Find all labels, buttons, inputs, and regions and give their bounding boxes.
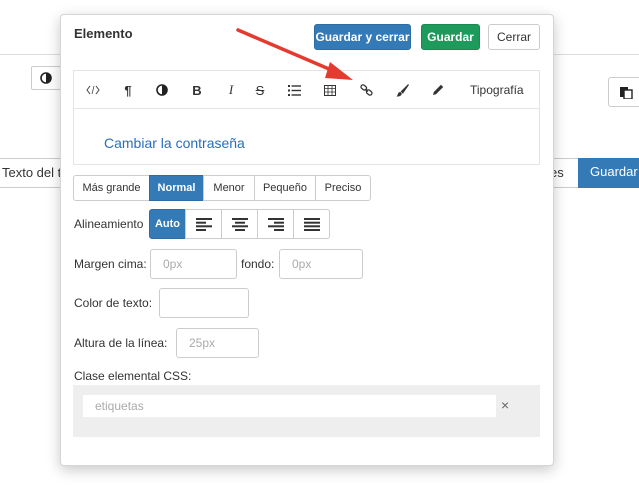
align-center-icon [231, 217, 248, 231]
size-option-precise[interactable]: Preciso [315, 175, 371, 201]
bg-contrast-button[interactable] [31, 66, 61, 90]
close-button[interactable]: Cerrar [488, 24, 540, 50]
code-icon[interactable] [85, 82, 101, 98]
size-option-smaller[interactable]: Menor [203, 175, 255, 201]
strikethrough-icon[interactable]: S [253, 82, 267, 98]
link-icon[interactable] [359, 82, 373, 98]
paragraph-icon[interactable]: ¶ [121, 82, 135, 98]
alignment-group: Auto [149, 209, 330, 239]
align-justify-button[interactable] [293, 209, 330, 239]
save-button[interactable]: Guardar [421, 24, 480, 50]
css-class-label: Clase elemental CSS: [74, 369, 192, 383]
align-justify-icon [303, 217, 320, 231]
css-class-tags-input[interactable] [83, 395, 496, 417]
bg-paste-button[interactable] [608, 77, 639, 107]
align-right-icon [267, 217, 284, 231]
bg-guardar-button[interactable]: Guardar [578, 158, 639, 188]
size-option-larger[interactable]: Más grande [73, 175, 150, 201]
contrast-icon [40, 72, 52, 84]
align-auto-button[interactable]: Auto [149, 209, 186, 239]
paste-icon [620, 87, 633, 99]
line-height-input[interactable] [176, 328, 259, 358]
typography-menu[interactable]: Tipografía [470, 83, 524, 97]
modal-title: Elemento [74, 26, 133, 41]
editor-toolbar: ¶ B I S Tipografía [74, 71, 539, 109]
pencil-icon[interactable] [431, 82, 445, 98]
bold-icon[interactable]: B [191, 82, 203, 98]
text-color-label: Color de texto: [74, 296, 153, 310]
line-height-label: Altura de la línea: [74, 336, 168, 350]
clear-icon[interactable]: × [501, 397, 509, 413]
align-right-button[interactable] [257, 209, 294, 239]
rich-text-editor: ¶ B I S Tipografía Cambiar la contraseña [73, 70, 540, 165]
align-left-icon [195, 217, 212, 231]
margin-bottom-label: fondo: [241, 257, 275, 271]
list-icon[interactable] [287, 82, 301, 98]
contrast-icon[interactable] [155, 82, 169, 98]
margin-top-label: Margen cima: [74, 257, 147, 271]
margin-bottom-input[interactable] [279, 249, 363, 279]
italic-icon[interactable]: I [225, 82, 237, 98]
font-size-group: Más grande Normal Menor Pequeño Preciso [73, 175, 371, 201]
editor-link-text[interactable]: Cambiar la contraseña [104, 135, 245, 151]
align-left-button[interactable] [185, 209, 222, 239]
align-center-button[interactable] [221, 209, 258, 239]
size-option-small[interactable]: Pequeño [254, 175, 316, 201]
brush-icon[interactable] [395, 82, 409, 98]
alignment-label: Alineamiento [74, 217, 144, 231]
size-option-normal[interactable]: Normal [149, 175, 204, 201]
css-class-tags-box: × [73, 385, 540, 437]
margin-top-input[interactable] [150, 249, 237, 279]
element-modal: Elemento Guardar y cerrar Guardar Cerrar… [60, 14, 554, 466]
table-icon[interactable] [323, 82, 337, 98]
save-and-close-button[interactable]: Guardar y cerrar [314, 24, 411, 50]
text-color-input[interactable] [159, 288, 249, 318]
